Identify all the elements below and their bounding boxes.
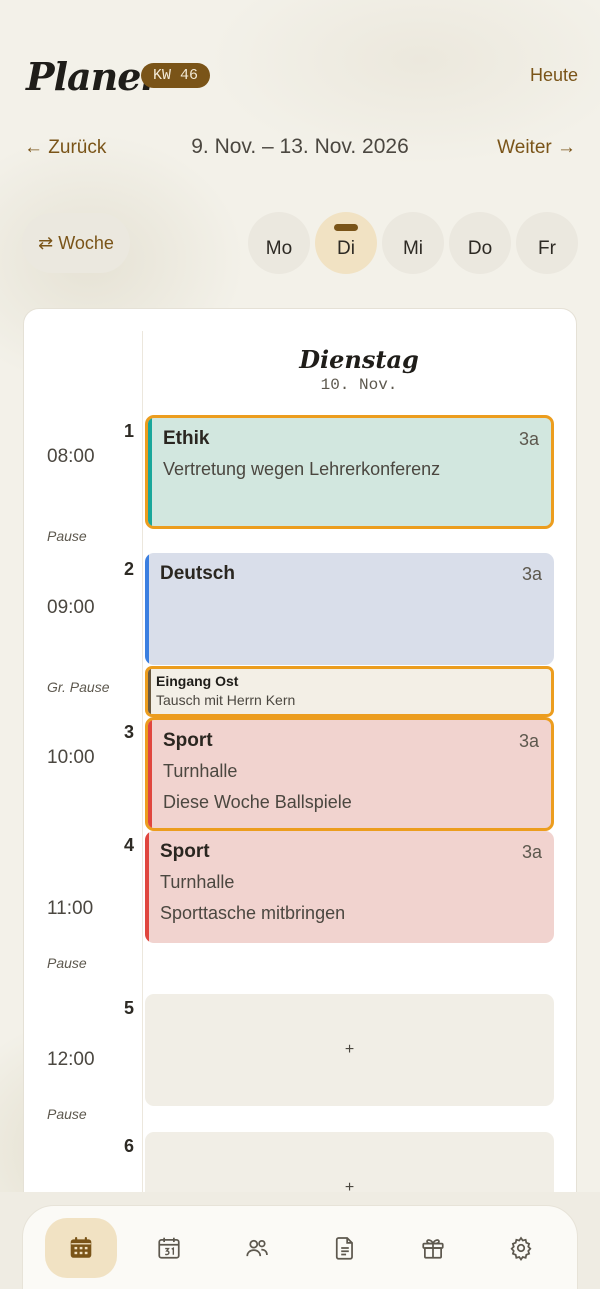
gift-icon <box>422 1239 444 1259</box>
lesson-note: Vertretung wegen Lehrerkonferenz <box>163 459 441 479</box>
time-column-divider <box>142 331 143 1289</box>
lesson-class: 3a <box>521 564 542 584</box>
event-subtitle: Tausch mit Herrn Kern <box>156 692 296 708</box>
tab-gifts[interactable] <box>397 1218 469 1278</box>
day-tab-label: Di <box>337 238 355 259</box>
add-lesson-plus: + <box>344 1041 355 1058</box>
day-tab-mi[interactable]: Mi <box>382 212 444 274</box>
break-label: Pause <box>47 955 87 971</box>
event-title: Eingang Ost <box>156 673 239 689</box>
day-tab-label: Fr <box>538 238 556 259</box>
today-button[interactable]: Heute <box>530 65 578 86</box>
lesson-card[interactable]: Deutsch 3a <box>145 553 554 665</box>
lesson-subject: Deutsch <box>160 563 235 584</box>
tab-week-plan[interactable] <box>45 1218 117 1278</box>
break-label: Pause <box>47 528 87 544</box>
lesson-color-stripe <box>145 831 149 943</box>
lesson-room: Turnhalle <box>163 761 238 781</box>
substitution-event[interactable]: Eingang Ost Tausch mit Herrn Kern <box>145 666 554 717</box>
lesson-note: Sporttasche mitbringen <box>160 903 346 923</box>
day-tab-label: Do <box>467 238 493 259</box>
day-tab-do[interactable]: Do <box>449 212 511 274</box>
day-date: 10. Nov. <box>320 376 398 394</box>
schedule-card: Dienstag 10. Nov. 08:00 09:00 10:00 11:0… <box>23 308 577 1289</box>
tab-classes[interactable] <box>221 1218 293 1278</box>
lesson-room: Turnhalle <box>160 872 235 892</box>
time-label: 11:00 <box>47 898 94 919</box>
lesson-color-stripe <box>148 418 152 526</box>
period-number: 3 <box>124 722 135 742</box>
app-title: Planer <box>26 54 160 99</box>
lesson-color-stripe <box>148 720 152 828</box>
active-day-indicator <box>334 224 358 231</box>
lesson-class: 3a <box>518 429 539 449</box>
week-view-toggle[interactable]: ⇄ Woche <box>22 213 130 273</box>
day-tab-label: Mo <box>265 238 293 259</box>
people-icon <box>246 1239 268 1257</box>
day-tab-mo[interactable]: Mo <box>248 212 310 274</box>
lesson-color-stripe <box>145 553 149 665</box>
document-icon <box>335 1237 353 1260</box>
tab-documents[interactable] <box>309 1218 381 1278</box>
time-label: 09:00 <box>47 597 95 618</box>
tab-calendar[interactable] <box>133 1218 205 1278</box>
app-header: Planer KW 46 Heute <box>26 52 578 100</box>
day-tab-fr[interactable]: Fr <box>516 212 578 274</box>
day-heading: Dienstag 10. Nov. <box>142 345 576 394</box>
week-number-badge: KW 46 <box>141 63 211 88</box>
tab-settings[interactable] <box>485 1218 557 1278</box>
lesson-card[interactable]: Ethik 3a Vertretung wegen Lehrerkonferen… <box>145 415 554 529</box>
period-number: 4 <box>124 835 135 855</box>
break-label: Pause <box>47 1106 87 1122</box>
lesson-subject: Sport <box>160 841 210 862</box>
time-label: 08:00 <box>47 446 95 467</box>
lesson-note: Diese Woche Ballspiele <box>163 792 352 812</box>
period-number: 2 <box>124 559 135 579</box>
lesson-subject: Sport <box>163 730 213 751</box>
time-label: 12:00 <box>47 1049 95 1070</box>
calendar-day-icon <box>158 1237 180 1259</box>
week-navigation: ← Zurück 9. Nov. – 13. Nov. 2026 Weiter … <box>24 132 576 164</box>
bottom-tab-bar <box>22 1205 578 1289</box>
calendar-week-icon <box>70 1236 92 1258</box>
add-lesson-slot[interactable]: + <box>145 994 554 1106</box>
settings-icon <box>510 1236 532 1261</box>
lesson-card[interactable]: Sport 3a Turnhalle Sporttasche mitbringe… <box>145 831 554 943</box>
period-number: 6 <box>124 1136 135 1156</box>
next-week-button[interactable]: Weiter → <box>497 137 576 159</box>
lesson-class: 3a <box>521 842 542 862</box>
period-number: 5 <box>124 998 135 1018</box>
lesson-card[interactable]: Sport 3a Turnhalle Diese Woche Ballspiel… <box>145 717 554 831</box>
time-label: 10:00 <box>47 747 95 768</box>
event-color-stripe <box>148 669 151 714</box>
day-name: Dienstag <box>299 345 419 374</box>
lesson-subject: Ethik <box>163 428 210 449</box>
date-range-label: 9. Nov. – 13. Nov. 2026 <box>191 135 409 158</box>
lesson-class: 3a <box>518 731 539 751</box>
period-number: 1 <box>124 421 135 441</box>
break-label: Gr. Pause <box>47 679 110 695</box>
day-tab-di[interactable]: Di <box>315 212 377 274</box>
day-tab-label: Mi <box>402 238 424 259</box>
